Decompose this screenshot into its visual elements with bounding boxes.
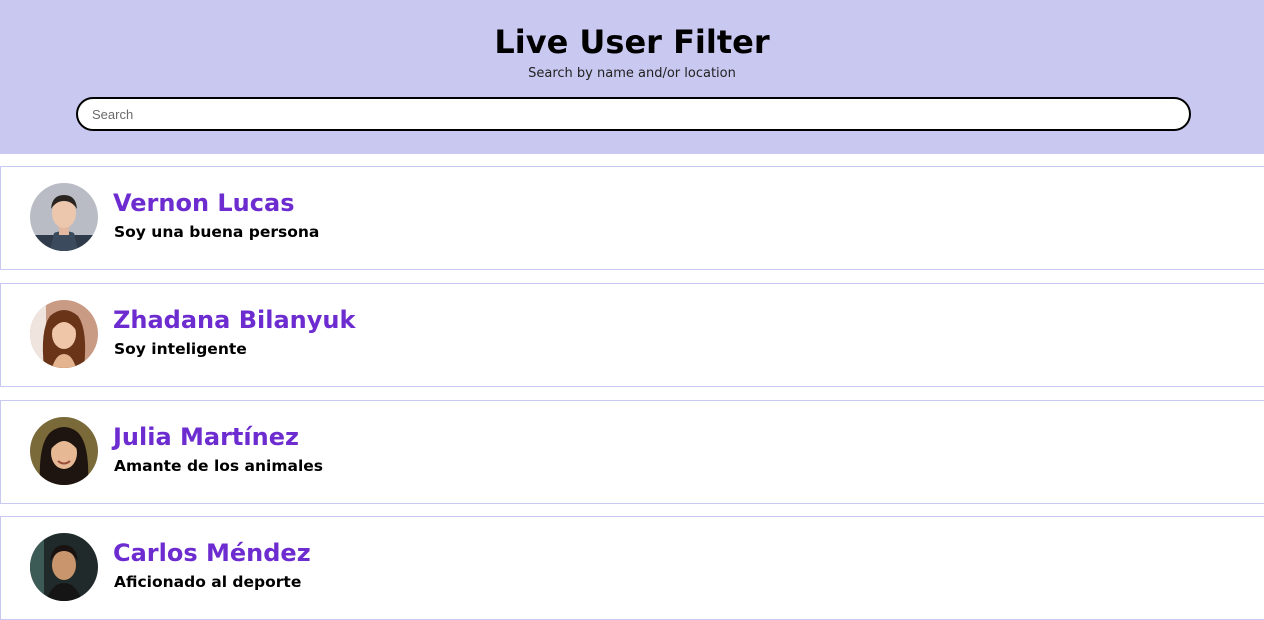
user-name: Carlos Méndez [113,539,311,567]
header: Live User Filter Search by name and/or l… [0,0,1264,154]
avatar-photo-icon [30,417,98,485]
avatar [30,417,98,485]
avatar [30,533,98,601]
user-description: Amante de los animales [114,457,324,475]
user-card[interactable]: Carlos Méndez Aficionado al deporte [0,516,1264,620]
user-card[interactable]: Julia Martínez Amante de los animales [0,400,1264,504]
avatar-photo-icon [30,183,98,251]
user-name: Vernon Lucas [113,189,295,217]
avatar [30,300,98,368]
user-name: Zhadana Bilanyuk [113,306,356,334]
user-card[interactable]: Vernon Lucas Soy una buena persona [0,166,1264,270]
page-subtitle: Search by name and/or location [528,66,736,81]
avatar-photo-icon [30,300,98,368]
search-input[interactable] [76,97,1191,131]
user-card[interactable]: Zhadana Bilanyuk Soy inteligente [0,283,1264,387]
user-description: Soy inteligente [114,340,247,358]
page-title: Live User Filter [494,23,770,61]
user-description: Soy una buena persona [114,223,320,241]
user-description: Aficionado al deporte [114,573,302,591]
avatar [30,183,98,251]
user-name: Julia Martínez [113,423,299,451]
avatar-photo-icon [30,533,98,601]
